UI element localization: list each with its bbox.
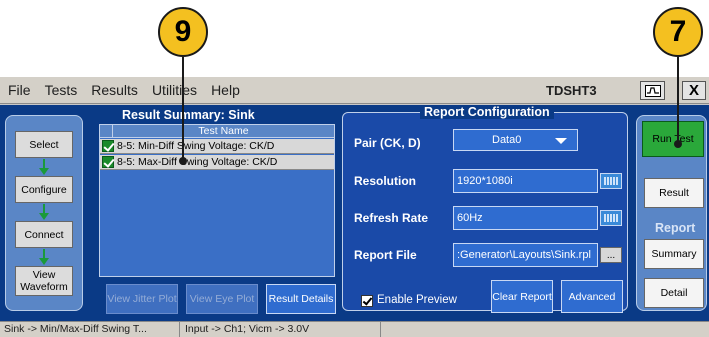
- close-button[interactable]: X: [682, 81, 706, 100]
- resolution-label: Resolution: [354, 174, 416, 188]
- pass-check-icon: [102, 156, 114, 168]
- minimize-app-button[interactable]: [640, 81, 665, 100]
- status-bar: Sink -> Min/Max-Diff Swing T... Input ->…: [0, 321, 709, 337]
- callout-7: 7: [653, 7, 703, 57]
- clear-report-button[interactable]: Clear Report: [491, 280, 553, 313]
- result-summary-title: Result Summary: Sink: [122, 108, 255, 122]
- callout-7-dot: [674, 140, 682, 148]
- pass-check-icon: [102, 140, 114, 152]
- app-title: TDSHT3: [546, 83, 597, 98]
- column-test-name: Test Name: [198, 125, 249, 137]
- callout-7-line: [677, 57, 679, 144]
- report-file-field[interactable]: :Generator\Layouts\Sink.rpl: [453, 243, 598, 267]
- browse-button[interactable]: ...: [600, 247, 622, 263]
- menu-help[interactable]: Help: [204, 82, 247, 98]
- menu-results[interactable]: Results: [84, 82, 145, 98]
- screenshot: 9 7 File Tests Results Utilities Help TD…: [0, 0, 709, 337]
- report-file-label: Report File: [354, 248, 417, 262]
- refresh-rate-label: Refresh Rate: [354, 211, 429, 225]
- view-waveform-button[interactable]: View Waveform: [15, 266, 73, 296]
- report-config-title: Report Configuration: [420, 105, 554, 119]
- result-table-header: Test Name: [100, 125, 334, 138]
- status-test: Sink -> Min/Max-Diff Swing T...: [0, 322, 180, 337]
- callout-9-dot: [179, 157, 187, 165]
- view-eye-plot-button[interactable]: View Eye Plot: [186, 284, 258, 314]
- app-window: File Tests Results Utilities Help TDSHT3…: [0, 77, 709, 337]
- resolution-field[interactable]: 1920*1080i: [453, 169, 598, 193]
- table-row[interactable]: 8-5: Min-Diff Swing Voltage: CK/D: [100, 139, 334, 154]
- result-details-button[interactable]: Result Details: [266, 284, 336, 314]
- waveform-icon: [644, 84, 661, 97]
- header-check-cell: [100, 125, 113, 137]
- connect-button[interactable]: Connect: [15, 221, 73, 248]
- report-section-label: Report: [655, 221, 696, 235]
- keyboard-icon[interactable]: [600, 173, 622, 189]
- workflow-nav: Select Configure Connect View Waveform: [5, 115, 83, 311]
- advanced-button[interactable]: Advanced: [561, 280, 623, 313]
- enable-preview-checkbox[interactable]: [361, 295, 373, 307]
- main-panel: Select Configure Connect View Waveform R…: [0, 105, 709, 321]
- result-table: Test Name 8-5: Min-Diff Swing Voltage: C…: [99, 124, 335, 277]
- table-row[interactable]: 8-5: Max-Diff Swing Voltage: CK/D: [100, 155, 334, 170]
- chevron-down-icon: [555, 138, 567, 144]
- enable-preview-label: Enable Preview: [377, 294, 457, 306]
- test-name: 8-5: Max-Diff Swing Voltage: CK/D: [117, 156, 278, 168]
- menu-utilities[interactable]: Utilities: [145, 82, 204, 98]
- test-name: 8-5: Min-Diff Swing Voltage: CK/D: [117, 140, 275, 152]
- view-jitter-plot-button[interactable]: View Jitter Plot: [106, 284, 178, 314]
- select-button[interactable]: Select: [15, 131, 73, 158]
- arrow-down-icon: [39, 204, 49, 220]
- configure-button[interactable]: Configure: [15, 176, 73, 203]
- summary-button[interactable]: Summary: [644, 239, 704, 269]
- status-input: Input -> Ch1; Vicm -> 3.0V: [181, 322, 381, 337]
- arrow-down-icon: [39, 249, 49, 265]
- arrow-down-icon: [39, 159, 49, 175]
- callout-9: 9: [158, 7, 208, 57]
- callout-9-line: [182, 57, 184, 161]
- menu-bar: File Tests Results Utilities Help TDSHT3…: [0, 77, 709, 104]
- pair-label: Pair (CK, D): [354, 136, 421, 150]
- menu-tests[interactable]: Tests: [38, 82, 85, 98]
- refresh-rate-field[interactable]: 60Hz: [453, 206, 598, 230]
- keyboard-icon[interactable]: [600, 210, 622, 226]
- detail-button[interactable]: Detail: [644, 278, 704, 308]
- result-button[interactable]: Result: [644, 178, 704, 208]
- pair-value: Data0: [492, 134, 522, 146]
- menu-file[interactable]: File: [0, 82, 38, 98]
- run-test-button[interactable]: Run Test: [642, 121, 704, 157]
- pair-dropdown[interactable]: Data0: [453, 129, 578, 151]
